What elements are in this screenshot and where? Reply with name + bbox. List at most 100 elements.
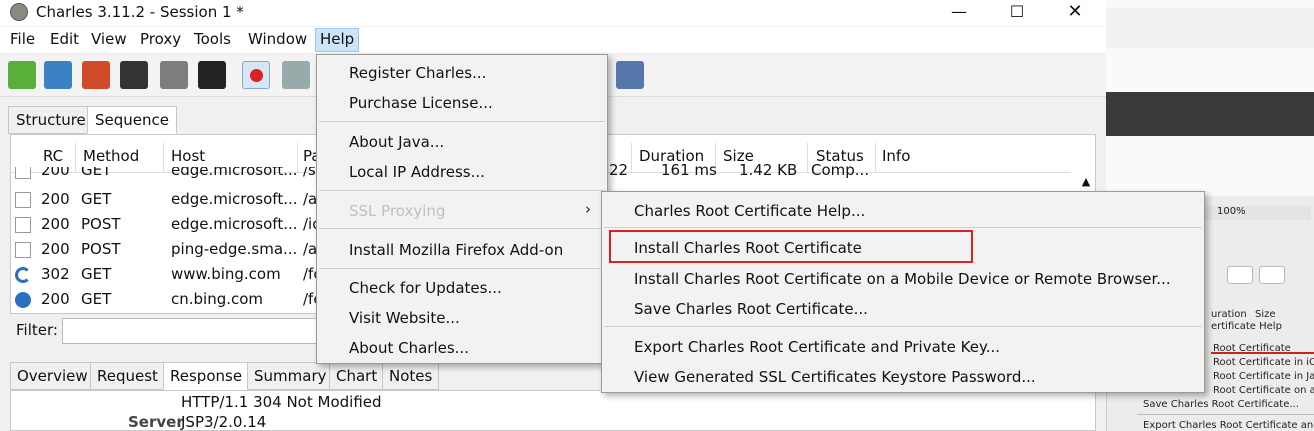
menu-window[interactable]: Window bbox=[244, 30, 311, 48]
tab-chart[interactable]: Chart bbox=[329, 362, 385, 390]
tab-request[interactable]: Request bbox=[90, 362, 165, 390]
menu-file[interactable]: File bbox=[6, 30, 39, 48]
open-icon[interactable] bbox=[44, 61, 72, 89]
menu-item-website[interactable]: Visit Website... bbox=[349, 309, 460, 327]
row-host: www.bing.com bbox=[171, 265, 281, 283]
filter-bar: Filter: bbox=[10, 316, 322, 346]
table-row-right-cells: 22 161 ms 1.42 KB Comp... bbox=[609, 161, 1089, 183]
find-icon[interactable] bbox=[198, 61, 226, 89]
charles-app-icon bbox=[10, 3, 28, 21]
filter-input[interactable] bbox=[62, 318, 322, 344]
row-rc: 200 bbox=[41, 290, 70, 308]
document-icon bbox=[15, 192, 31, 208]
minimize-button[interactable]: — bbox=[936, 0, 982, 22]
row-rc: 302 bbox=[41, 265, 70, 283]
tab-overview[interactable]: Overview bbox=[10, 362, 95, 390]
bg-ios: Root Certificate in iOS bbox=[1213, 357, 1314, 368]
redirect-icon bbox=[15, 267, 31, 283]
clear-icon[interactable] bbox=[160, 61, 188, 89]
row-method: GET bbox=[81, 265, 112, 283]
menu-edit[interactable]: Edit bbox=[46, 30, 83, 48]
bg-on-a: Root Certificate on a bbox=[1213, 385, 1314, 396]
new-session-icon[interactable] bbox=[8, 61, 36, 89]
bg-java: Root Certificate in Jav bbox=[1213, 371, 1314, 382]
menu-separator bbox=[319, 268, 605, 269]
bg-red-underline bbox=[1211, 352, 1314, 354]
document-icon bbox=[15, 167, 31, 179]
menu-separator bbox=[604, 326, 1202, 327]
menu-item-purchase[interactable]: Purchase License... bbox=[349, 94, 493, 112]
save-icon[interactable] bbox=[120, 61, 148, 89]
menu-separator bbox=[319, 228, 605, 229]
tab-sequence[interactable]: Sequence bbox=[87, 106, 177, 134]
row-host: edge.microsoft... bbox=[171, 190, 298, 208]
row-host: edge.microsoft... bbox=[171, 215, 298, 233]
row-path: /s bbox=[303, 167, 316, 179]
response-header-value: JSP3/2.0.14 bbox=[181, 413, 267, 431]
col-host[interactable]: Host bbox=[171, 147, 205, 165]
row-method: GET bbox=[81, 167, 112, 179]
menu-separator bbox=[604, 227, 1202, 228]
menu-tools[interactable]: Tools bbox=[190, 30, 235, 48]
bg-help: ertificate Help bbox=[1211, 321, 1282, 332]
bg-battery: 100% bbox=[1217, 206, 1246, 217]
row-extra: 22 bbox=[609, 161, 629, 179]
menu-proxy[interactable]: Proxy bbox=[136, 30, 185, 48]
menu-item-firefox[interactable]: Install Mozilla Firefox Add-on bbox=[349, 241, 563, 259]
row-rc: 200 bbox=[41, 215, 70, 233]
menu-item-ssl-proxying[interactable]: SSL Proxying bbox=[349, 202, 445, 220]
row-rc: 200 bbox=[41, 240, 70, 258]
close-session-icon[interactable] bbox=[82, 61, 110, 89]
tab-structure[interactable]: Structure bbox=[8, 106, 94, 134]
filter-label: Filter: bbox=[16, 321, 58, 339]
bg-export: Export Charles Root Certificate and bbox=[1143, 420, 1314, 431]
menu-item-about[interactable]: About Charles... bbox=[349, 339, 469, 357]
tools-icon[interactable] bbox=[616, 61, 644, 89]
tab-response[interactable]: Response bbox=[163, 362, 250, 390]
help-menu: Register Charles... Purchase License... … bbox=[316, 54, 608, 364]
row-rc: 200 bbox=[41, 190, 70, 208]
close-button[interactable]: ✕ bbox=[1052, 0, 1098, 22]
menu-separator bbox=[319, 121, 605, 122]
row-host: ping-edge.sma... bbox=[171, 240, 298, 258]
title-bar: Charles 3.11.2 - Session 1 * — ☐ ✕ bbox=[0, 0, 1106, 26]
menu-item-export-key[interactable]: Export Charles Root Certificate and Priv… bbox=[634, 338, 1000, 356]
document-icon bbox=[15, 242, 31, 258]
row-size: 1.42 KB bbox=[739, 161, 798, 179]
tab-notes[interactable]: Notes bbox=[382, 362, 440, 390]
col-method[interactable]: Method bbox=[83, 147, 139, 165]
menu-bar: File Edit View Proxy Tools Window Help bbox=[0, 27, 1106, 53]
bg-thumb-button bbox=[1227, 266, 1253, 284]
globe-icon bbox=[15, 292, 31, 308]
bg-sep bbox=[1137, 414, 1314, 415]
bg-thumb-button-2 bbox=[1259, 266, 1285, 284]
bg-size: Size bbox=[1255, 309, 1276, 320]
record-icon[interactable] bbox=[242, 61, 270, 89]
menu-help[interactable]: Help bbox=[315, 28, 360, 52]
col-rc[interactable]: RC bbox=[43, 147, 63, 165]
row-duration: 161 ms bbox=[661, 161, 717, 179]
menu-item-keystore[interactable]: View Generated SSL Certificates Keystore… bbox=[634, 368, 1036, 386]
ssl-proxying-submenu: Charles Root Certificate Help... Install… bbox=[601, 191, 1205, 393]
menu-item-about-java[interactable]: About Java... bbox=[349, 133, 444, 151]
row-method: GET bbox=[81, 190, 112, 208]
row-method: POST bbox=[81, 215, 121, 233]
menu-item-register[interactable]: Register Charles... bbox=[349, 64, 486, 82]
row-method: GET bbox=[81, 290, 112, 308]
menu-item-cert-help[interactable]: Charles Root Certificate Help... bbox=[634, 202, 865, 220]
record-dot bbox=[250, 69, 263, 82]
bg-strip bbox=[1106, 8, 1314, 48]
tab-summary[interactable]: Summary bbox=[247, 362, 334, 390]
menu-item-local-ip[interactable]: Local IP Address... bbox=[349, 163, 485, 181]
menu-item-install-cert[interactable]: Install Charles Root Certificate bbox=[634, 239, 862, 257]
menu-view[interactable]: View bbox=[87, 30, 131, 48]
menu-item-updates[interactable]: Check for Updates... bbox=[349, 279, 502, 297]
menu-separator bbox=[319, 190, 605, 191]
maximize-button[interactable]: ☐ bbox=[994, 0, 1040, 22]
window-title: Charles 3.11.2 - Session 1 * bbox=[36, 3, 244, 21]
bg-duration: uration bbox=[1211, 309, 1247, 320]
bg-dark-bar bbox=[1106, 92, 1314, 136]
throttle-icon[interactable] bbox=[282, 61, 310, 89]
menu-item-install-mobile[interactable]: Install Charles Root Certificate on a Mo… bbox=[634, 270, 1171, 288]
menu-item-save-cert[interactable]: Save Charles Root Certificate... bbox=[634, 300, 868, 318]
